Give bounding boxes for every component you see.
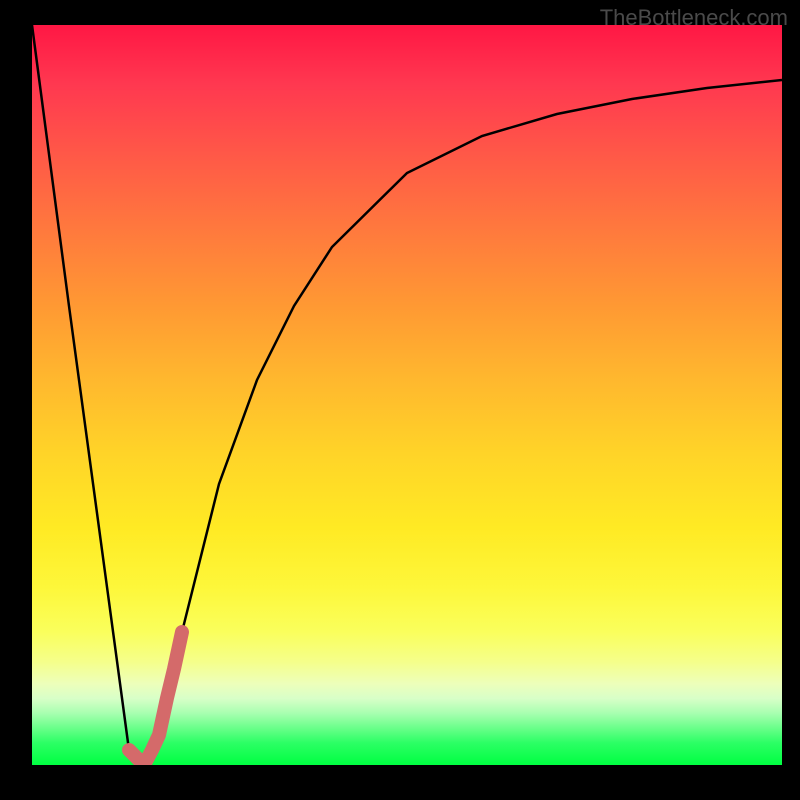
watermark-text: TheBottleneck.com bbox=[600, 5, 788, 31]
chart-svg bbox=[32, 25, 782, 765]
bottleneck-curve-line bbox=[32, 25, 782, 765]
highlighted-region bbox=[129, 632, 182, 765]
chart-plot-area bbox=[32, 25, 782, 765]
